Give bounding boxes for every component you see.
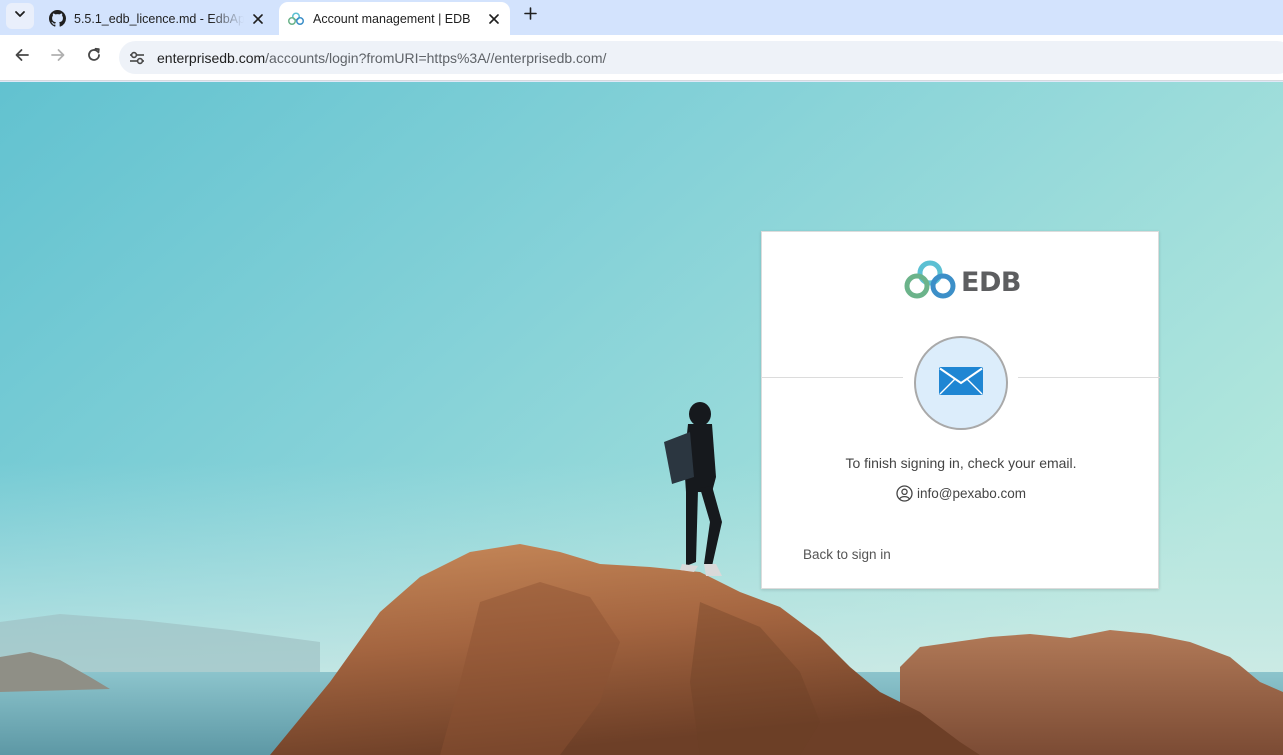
tab-title: 5.5.1_edb_licence.md - EdbApa [74, 11, 244, 26]
tab-account-management[interactable]: Account management | EDB [279, 2, 510, 35]
verification-card: EDB To finish signing in, check your ema… [761, 231, 1160, 589]
github-icon [48, 10, 66, 28]
user-email: info@pexabo.com [762, 485, 1160, 502]
edb-icon [287, 10, 305, 28]
back-to-sign-in-link[interactable]: Back to sign in [803, 547, 891, 562]
plus-icon [523, 7, 537, 25]
email-address: info@pexabo.com [916, 486, 1026, 501]
url-host: enterprisedb.com [157, 49, 266, 66]
browser-toolbar: enterprisedb.com/accounts/login?fromURI=… [0, 35, 1283, 81]
url-path: /accounts/login?fromURI=https%3A//enterp… [265, 49, 607, 66]
close-icon[interactable] [248, 9, 268, 29]
new-tab-button[interactable] [518, 4, 542, 28]
edb-logo-text: EDB [961, 266, 1021, 298]
instruction-text: To finish signing in, check your email. [845, 455, 1077, 471]
envelope-icon [939, 366, 983, 400]
tab-strip: 5.5.1_edb_licence.md - EdbApa Account ma… [0, 0, 1283, 35]
divider [762, 377, 903, 378]
edb-logo-icon [901, 259, 959, 306]
email-badge [914, 336, 1008, 430]
back-button[interactable] [9, 44, 35, 70]
site-settings-icon[interactable] [125, 46, 149, 70]
tab-github[interactable]: 5.5.1_edb_licence.md - EdbApa [40, 2, 274, 35]
page-viewport: EDB To finish signing in, check your ema… [0, 82, 1283, 755]
user-circle-icon [896, 485, 913, 502]
chevron-down-icon [14, 7, 26, 25]
arrow-left-icon [14, 47, 30, 68]
divider [1018, 377, 1160, 378]
forward-button[interactable] [45, 44, 71, 70]
edb-logo: EDB [901, 259, 1021, 306]
tab-title: Account management | EDB [313, 11, 471, 26]
tab-search-button[interactable] [6, 3, 34, 29]
address-bar[interactable]: enterprisedb.com/accounts/login?fromURI=… [119, 41, 1283, 74]
reload-icon [86, 47, 102, 68]
arrow-right-icon [50, 47, 66, 68]
reload-button[interactable] [81, 44, 107, 70]
url-text: enterprisedb.com/accounts/login?fromURI=… [157, 50, 606, 66]
close-icon[interactable] [484, 9, 504, 29]
